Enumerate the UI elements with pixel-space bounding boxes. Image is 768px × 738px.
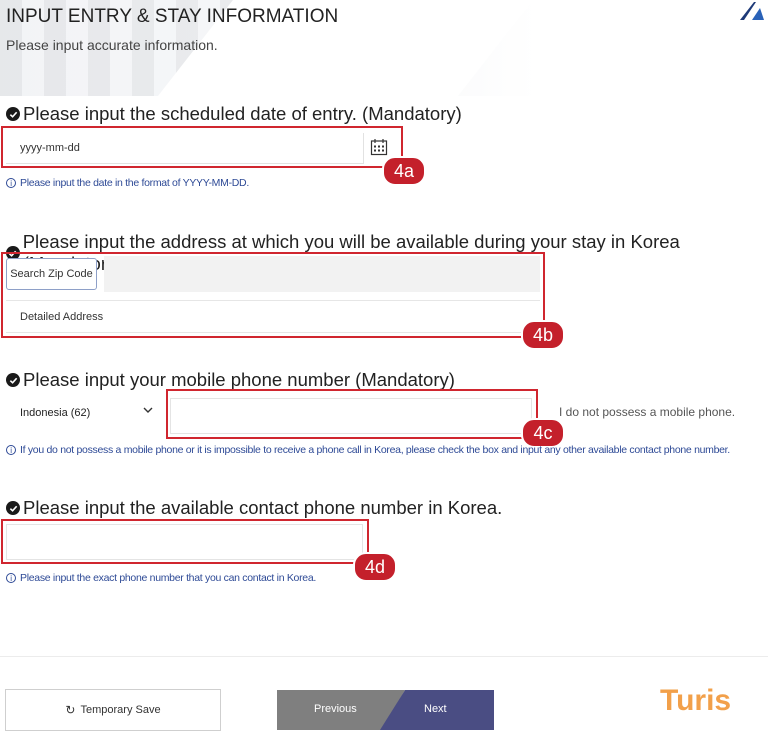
temporary-save-button[interactable]: ↻ Temporary Save [5,689,221,731]
info-icon: i [6,445,16,455]
footer-divider [0,656,768,657]
country-code-value: Indonesia (62) [20,407,91,419]
entry-date-heading: Please input the scheduled date of entry… [6,103,462,125]
annotation-box-4c [166,389,538,439]
mobile-heading: Please input your mobile phone number (M… [6,369,455,391]
info-icon: i [6,178,16,188]
contact-heading: Please input the available contact phone… [6,497,502,519]
annotation-badge-4d: 4d [353,552,397,582]
no-mobile-phone-label[interactable]: I do not possess a mobile phone. [559,405,735,419]
previous-label: Previous [314,703,357,715]
page-subtitle: Please input accurate information. [6,37,218,53]
turis-logo: Turis [660,684,732,717]
annotation-badge-4b: 4b [521,320,565,350]
annotation-box-4b [1,252,545,338]
contact-note: i Please input the exact phone number th… [6,572,316,584]
temporary-save-label: Temporary Save [80,704,161,716]
check-circle-icon [6,501,20,515]
annotation-badge-4a: 4a [382,156,426,186]
entry-date-heading-text: Please input the scheduled date of entry… [23,103,462,124]
refresh-icon: ↻ [65,703,76,717]
contact-note-text: Please input the exact phone number that… [20,572,316,584]
check-circle-icon [6,373,20,387]
contact-heading-text: Please input the available contact phone… [23,497,503,518]
country-code-select[interactable]: Indonesia (62) [6,396,166,430]
annotation-box-4d [1,519,369,564]
entry-date-note-text: Please input the date in the format of Y… [20,177,249,189]
logo-icon [734,0,768,22]
page-header: INPUT ENTRY & STAY INFORMATION Please in… [0,0,768,96]
mobile-note-text: If you do not possess a mobile phone or … [20,444,730,456]
mobile-note: i If you do not possess a mobile phone o… [6,444,730,456]
page-title: INPUT ENTRY & STAY INFORMATION [6,6,339,27]
mobile-heading-text: Please input your mobile phone number (M… [23,369,455,390]
annotation-box-4a [1,126,403,168]
next-label: Next [424,703,447,715]
chevron-down-icon [143,407,153,413]
info-icon: i [6,573,16,583]
entry-date-note: i Please input the date in the format of… [6,177,249,189]
check-circle-icon [6,107,20,121]
